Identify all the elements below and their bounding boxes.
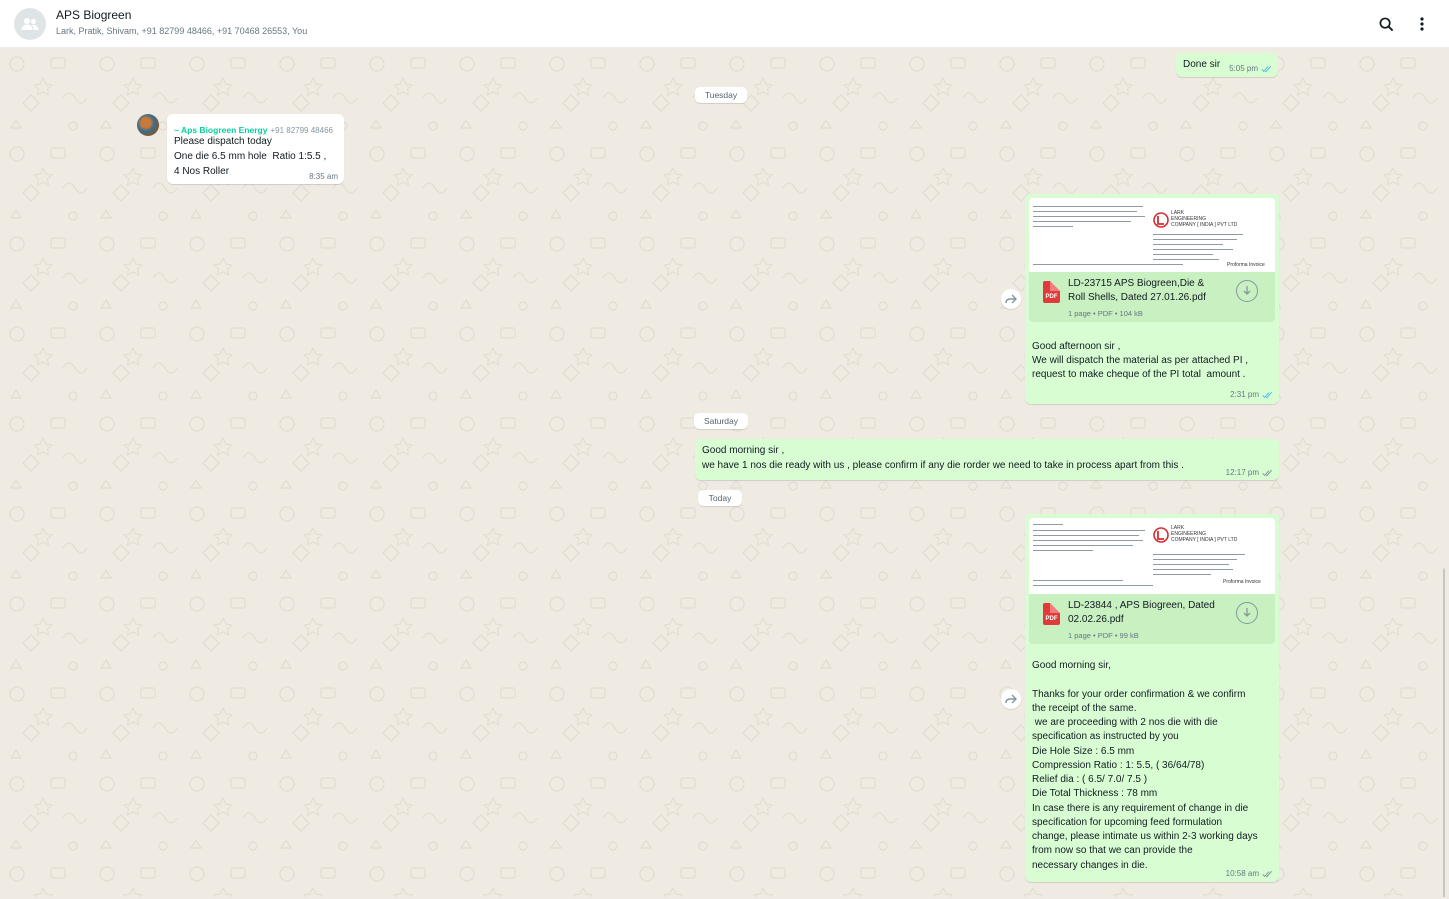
message-time: 8:35 am bbox=[309, 172, 338, 181]
pdf-icon: PDF bbox=[1043, 281, 1060, 303]
message-outgoing[interactable]: Good morning sir , we have 1 nos die rea… bbox=[695, 439, 1279, 480]
chat-title[interactable]: APS Biogreen bbox=[56, 8, 131, 22]
double-tick-icon bbox=[1261, 65, 1272, 72]
document-meta: 1 page • PDF • 99 kB bbox=[1068, 631, 1139, 640]
message-meta: 5:05 pm bbox=[1229, 64, 1272, 73]
company-logo-icon bbox=[1153, 212, 1169, 228]
chat-header: APS Biogreen Lark, Pratik, Shivam, +91 8… bbox=[0, 0, 1449, 48]
message-line: Good afternoon sir , bbox=[1032, 341, 1121, 352]
forward-button[interactable] bbox=[1001, 689, 1021, 709]
forward-button[interactable] bbox=[1001, 289, 1021, 309]
document-preview[interactable]: LARK ENGINEERING COMPANY [ INDIA ] PVT L… bbox=[1029, 518, 1275, 594]
message-meta: 8:35 am bbox=[309, 172, 338, 181]
double-tick-icon bbox=[1262, 391, 1273, 398]
message-line: Good morning sir , bbox=[702, 445, 785, 456]
message-text: Done sir bbox=[1183, 59, 1221, 70]
download-button[interactable] bbox=[1236, 280, 1258, 302]
document-attachment[interactable]: PDF LD-23844 , APS Biogreen, Dated 02.02… bbox=[1029, 594, 1275, 644]
day-separator: Saturday bbox=[694, 413, 748, 429]
preview-doc-type: Proforma Invoice bbox=[1223, 579, 1261, 585]
chat-messages-pane[interactable]: Done sir 5:05 pm Tuesday ~ Aps Biogreen … bbox=[3, 48, 1445, 897]
message-line: Die Hole Size : 6.5 mm bbox=[1032, 746, 1135, 757]
more-vertical-icon bbox=[1420, 17, 1424, 31]
document-attachment[interactable]: PDF LD-23715 APS Biogreen,Die & Roll She… bbox=[1029, 272, 1275, 322]
sender-phone: +91 82799 48466 bbox=[270, 126, 333, 135]
message-line: One die 6.5 mm hole Ratio 1:5.5 , bbox=[174, 151, 327, 162]
message-line: 4 Nos Roller bbox=[174, 166, 230, 177]
document-name[interactable]: LD-23844 , APS Biogreen, Dated 02.02.26.… bbox=[1068, 599, 1215, 627]
message-line: specification as instructed by you bbox=[1032, 731, 1179, 742]
double-tick-icon bbox=[1262, 469, 1273, 476]
message-line: Die Total Thickness : 78 mm bbox=[1032, 788, 1158, 799]
message-line: Relief dia : ( 6.5/ 7.0/ 7.5 ) bbox=[1032, 774, 1148, 785]
message-line: specification for upcoming feed formulat… bbox=[1032, 817, 1223, 828]
chat-scrollbar[interactable] bbox=[1443, 568, 1445, 897]
group-avatar[interactable] bbox=[14, 8, 46, 40]
document-meta: 1 page • PDF • 104 kB bbox=[1068, 309, 1143, 318]
download-icon bbox=[1243, 608, 1251, 617]
preview-doc-type: Proforma Invoice bbox=[1227, 262, 1265, 268]
message-line: necessary changes in die. bbox=[1032, 860, 1148, 871]
message-time: 5:05 pm bbox=[1229, 64, 1258, 73]
message-outgoing[interactable]: Done sir 5:05 pm bbox=[1176, 53, 1278, 77]
day-separator: Tuesday bbox=[695, 87, 747, 103]
company-logo-icon bbox=[1153, 527, 1169, 543]
message-time: 12:17 pm bbox=[1225, 468, 1259, 477]
message-line: change, please intimate us within 2-3 wo… bbox=[1032, 831, 1258, 842]
message-line: Please dispatch today bbox=[174, 136, 272, 147]
forward-icon bbox=[1005, 294, 1017, 304]
message-line: from now so that we can provide the bbox=[1032, 845, 1193, 856]
message-line: we are proceeding with 2 nos die with di… bbox=[1032, 717, 1218, 728]
forward-icon bbox=[1005, 694, 1017, 704]
message-line: We will dispatch the material as per att… bbox=[1032, 355, 1249, 366]
day-separator: Today bbox=[698, 490, 742, 506]
download-button[interactable] bbox=[1236, 602, 1258, 624]
menu-button[interactable] bbox=[1412, 14, 1432, 34]
download-icon bbox=[1243, 286, 1251, 295]
message-line: In case there is any requirement of chan… bbox=[1032, 803, 1249, 814]
message-meta: 10:58 am bbox=[1226, 869, 1273, 878]
message-line: the receipt of the same. bbox=[1032, 703, 1137, 714]
search-icon bbox=[1379, 17, 1393, 31]
message-meta: 2:31 pm bbox=[1230, 390, 1273, 399]
message-time: 10:58 am bbox=[1225, 869, 1259, 878]
document-name[interactable]: LD-23715 APS Biogreen,Die & Roll Shells,… bbox=[1068, 277, 1206, 305]
message-line: we have 1 nos die ready with us , please… bbox=[702, 460, 1184, 471]
preview-company: LARK ENGINEERING COMPANY [ INDIA ] PVT L… bbox=[1171, 525, 1238, 543]
message-meta: 12:17 pm bbox=[1226, 468, 1273, 477]
message-incoming[interactable]: ~ Aps Biogreen Energy +91 82799 48466 Ple… bbox=[167, 114, 344, 184]
message-line: Thanks for your order confirmation & we … bbox=[1032, 689, 1246, 700]
search-button[interactable] bbox=[1376, 14, 1396, 34]
pdf-icon: PDF bbox=[1043, 603, 1060, 625]
document-preview[interactable]: LARK ENGINEERING COMPANY [ INDIA ] PVT L… bbox=[1029, 198, 1275, 272]
message-line: Good morning sir, bbox=[1032, 660, 1111, 671]
chat-participants[interactable]: Lark, Pratik, Shivam, +91 82799 48466, +… bbox=[56, 26, 307, 36]
message-outgoing-document[interactable]: LARK ENGINEERING COMPANY [ INDIA ] PVT L… bbox=[1025, 194, 1279, 404]
sender-name[interactable]: ~ Aps Biogreen Energy bbox=[174, 125, 267, 135]
message-line: Compression Ratio : 1: 5.5, ( 36/64/78) bbox=[1032, 760, 1205, 771]
sender-avatar[interactable] bbox=[137, 114, 159, 136]
preview-company: LARK ENGINEERING COMPANY [ INDIA ] PVT L… bbox=[1171, 210, 1238, 228]
message-time: 2:31 pm bbox=[1230, 390, 1259, 399]
double-tick-icon bbox=[1262, 870, 1273, 877]
message-line: request to make cheque of the PI total a… bbox=[1032, 369, 1246, 380]
group-icon bbox=[21, 18, 39, 30]
message-outgoing-document[interactable]: LARK ENGINEERING COMPANY [ INDIA ] PVT L… bbox=[1025, 514, 1279, 882]
